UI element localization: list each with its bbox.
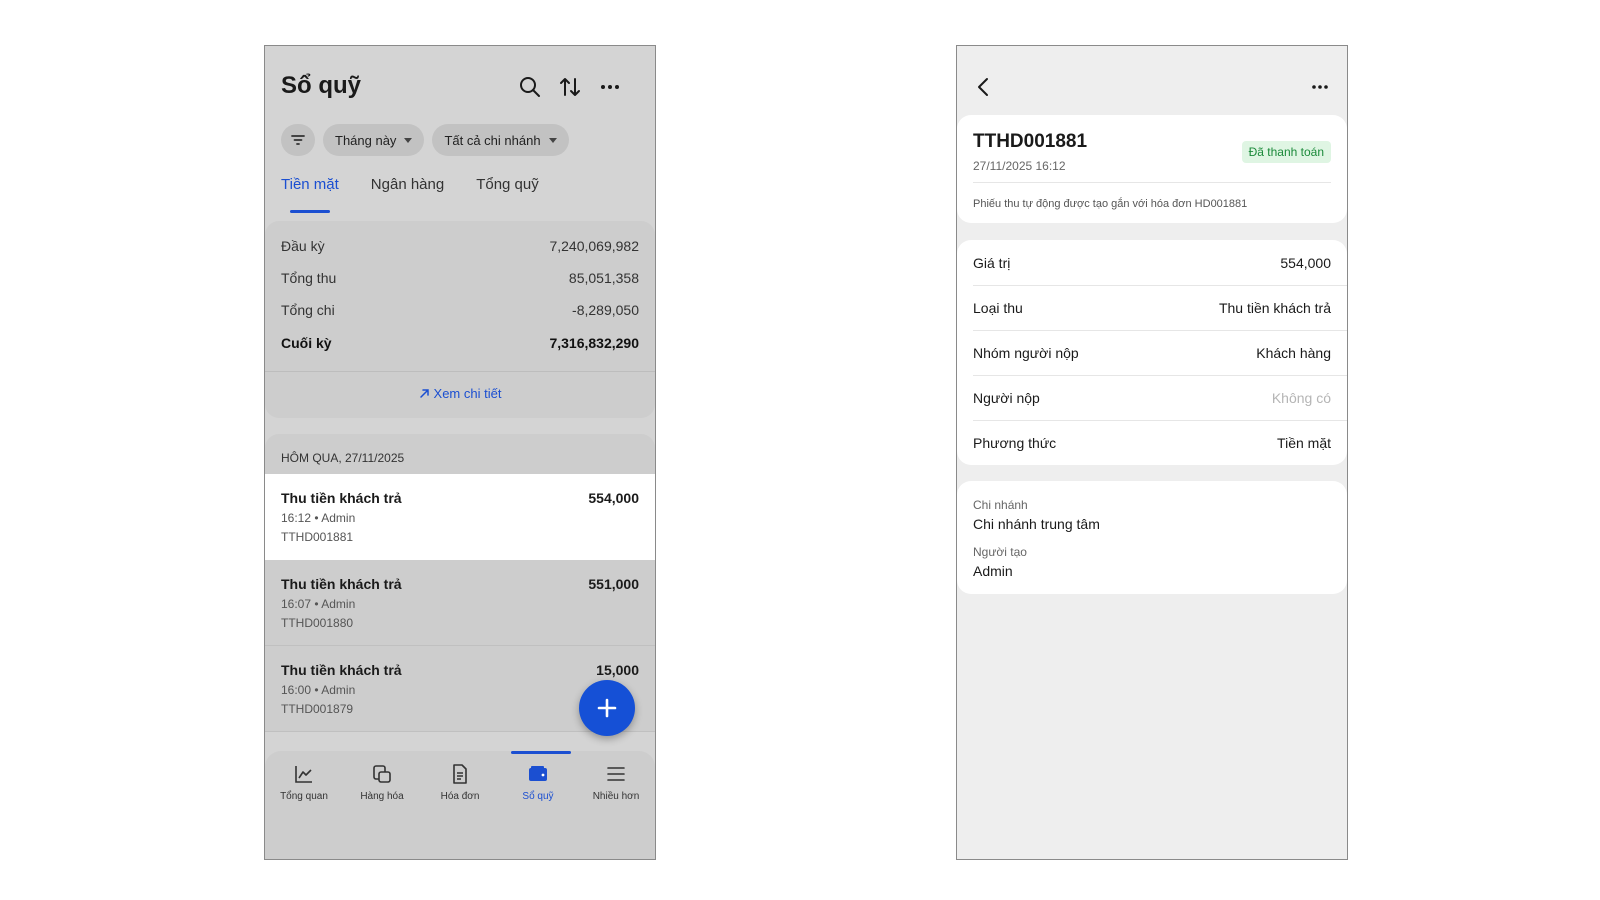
creator-label: Người tạo: [973, 545, 1027, 559]
add-button[interactable]: [579, 680, 635, 736]
transaction-row[interactable]: Thu tiền khách trả 551,000 16:07 • Admin…: [265, 560, 655, 646]
detail-row-payer: Người nộp Không có: [973, 375, 1347, 421]
branch-label: Chi nhánh: [973, 498, 1028, 512]
sort-icon[interactable]: [557, 74, 583, 100]
branch-value: Chi nhánh trung tâm: [973, 516, 1100, 532]
more-button[interactable]: [1309, 76, 1331, 103]
divider: [973, 182, 1331, 183]
tab-cash[interactable]: Tiền mặt: [281, 176, 339, 213]
day-header: HÔM QUA, 27/11/2025: [265, 434, 655, 474]
receipt-meta-card: Chi nhánh Chi nhánh trung tâm Người tạo …: [957, 481, 1347, 594]
nav-cashbook[interactable]: Sổ quỹ: [499, 763, 577, 802]
more-icon[interactable]: [597, 74, 623, 100]
nav-overview[interactable]: Tổng quan: [265, 763, 343, 802]
cashbook-screen: Sổ quỹ Tháng này Tất cả chi nhánh Tiền m…: [264, 45, 656, 860]
nav-more[interactable]: Nhiều hơn: [577, 763, 655, 802]
summary-card: Đầu kỳ 7,240,069,982 Tổng thu 85,051,358 T…: [265, 221, 655, 418]
opening-row: Đầu kỳ 7,240,069,982: [281, 238, 639, 254]
closing-row: Cuối kỳ 7,316,832,290: [281, 335, 639, 351]
nav-active-indicator: [511, 751, 571, 754]
detail-row-type: Loại thu Thu tiền khách trả: [973, 285, 1347, 331]
search-icon[interactable]: [517, 74, 543, 100]
period-label: Tháng này: [335, 132, 397, 148]
back-button[interactable]: [973, 76, 995, 103]
filter-bar: Tháng này Tất cả chi nhánh: [281, 124, 569, 156]
plus-icon: [597, 698, 617, 718]
view-detail-link[interactable]: Xem chi tiết: [265, 386, 655, 401]
bottom-nav: Tổng quan Hàng hóa Hóa đơn Sổ quỹ Nhiều …: [265, 751, 655, 859]
period-filter[interactable]: Tháng này: [323, 124, 425, 156]
invoice-icon: [453, 764, 467, 784]
receipt-code: TTHD001881: [973, 131, 1088, 152]
receipt-header-card: TTHD001881 27/11/2025 16:12 Đã thanh toá…: [957, 115, 1347, 223]
detail-row-value: Giá trị 554,000: [973, 240, 1347, 286]
chart-icon: [295, 766, 312, 783]
filter-icon: [291, 135, 305, 145]
header: Sổ quỹ Tháng này Tất cả chi nhánh Tiền m…: [265, 46, 655, 213]
income-row: Tổng thu 85,051,358: [281, 270, 639, 286]
transaction-row[interactable]: Thu tiền khách trả 554,000 16:12 • Admin…: [265, 474, 655, 560]
detail-row-payer-group: Nhóm người nộp Khách hàng: [973, 330, 1347, 376]
tab-bank[interactable]: Ngân hàng: [371, 176, 444, 193]
creator-value: Admin: [973, 563, 1013, 579]
wallet-icon: [529, 766, 547, 781]
page-title: Sổ quỹ: [281, 72, 362, 99]
branch-filter[interactable]: Tất cả chi nhánh: [432, 124, 569, 156]
menu-icon: [607, 767, 625, 781]
divider: [265, 371, 655, 372]
more-icon: [1312, 85, 1328, 89]
filter-button[interactable]: [281, 124, 315, 156]
receipt-details-card: Giá trị 554,000 Loại thu Thu tiền khách tr…: [957, 240, 1347, 465]
products-icon: [373, 765, 391, 783]
nav-invoices[interactable]: Hóa đơn: [421, 763, 499, 802]
receipt-note: Phiếu thu tự động được tạo gắn với hóa đ…: [973, 198, 1248, 210]
chevron-down-icon: [548, 137, 557, 143]
chevron-down-icon: [404, 137, 413, 143]
receipt-date: 27/11/2025 16:12: [973, 159, 1066, 173]
expense-row: Tổng chi -8,289,050: [281, 302, 639, 318]
arrow-up-right-icon: [419, 389, 429, 398]
branch-label: Tất cả chi nhánh: [444, 132, 541, 148]
status-badge: Đã thanh toán: [1241, 141, 1331, 163]
chevron-left-icon: [978, 78, 988, 96]
detail-row-method: Phương thức Tiền mặt: [973, 435, 1331, 451]
receipt-detail-screen: TTHD001881 27/11/2025 16:12 Đã thanh toá…: [956, 45, 1348, 860]
nav-products[interactable]: Hàng hóa: [343, 763, 421, 802]
tab-total[interactable]: Tổng quỹ: [476, 176, 539, 193]
tab-bar: Tiền mặt Ngân hàng Tổng quỹ: [281, 176, 539, 213]
